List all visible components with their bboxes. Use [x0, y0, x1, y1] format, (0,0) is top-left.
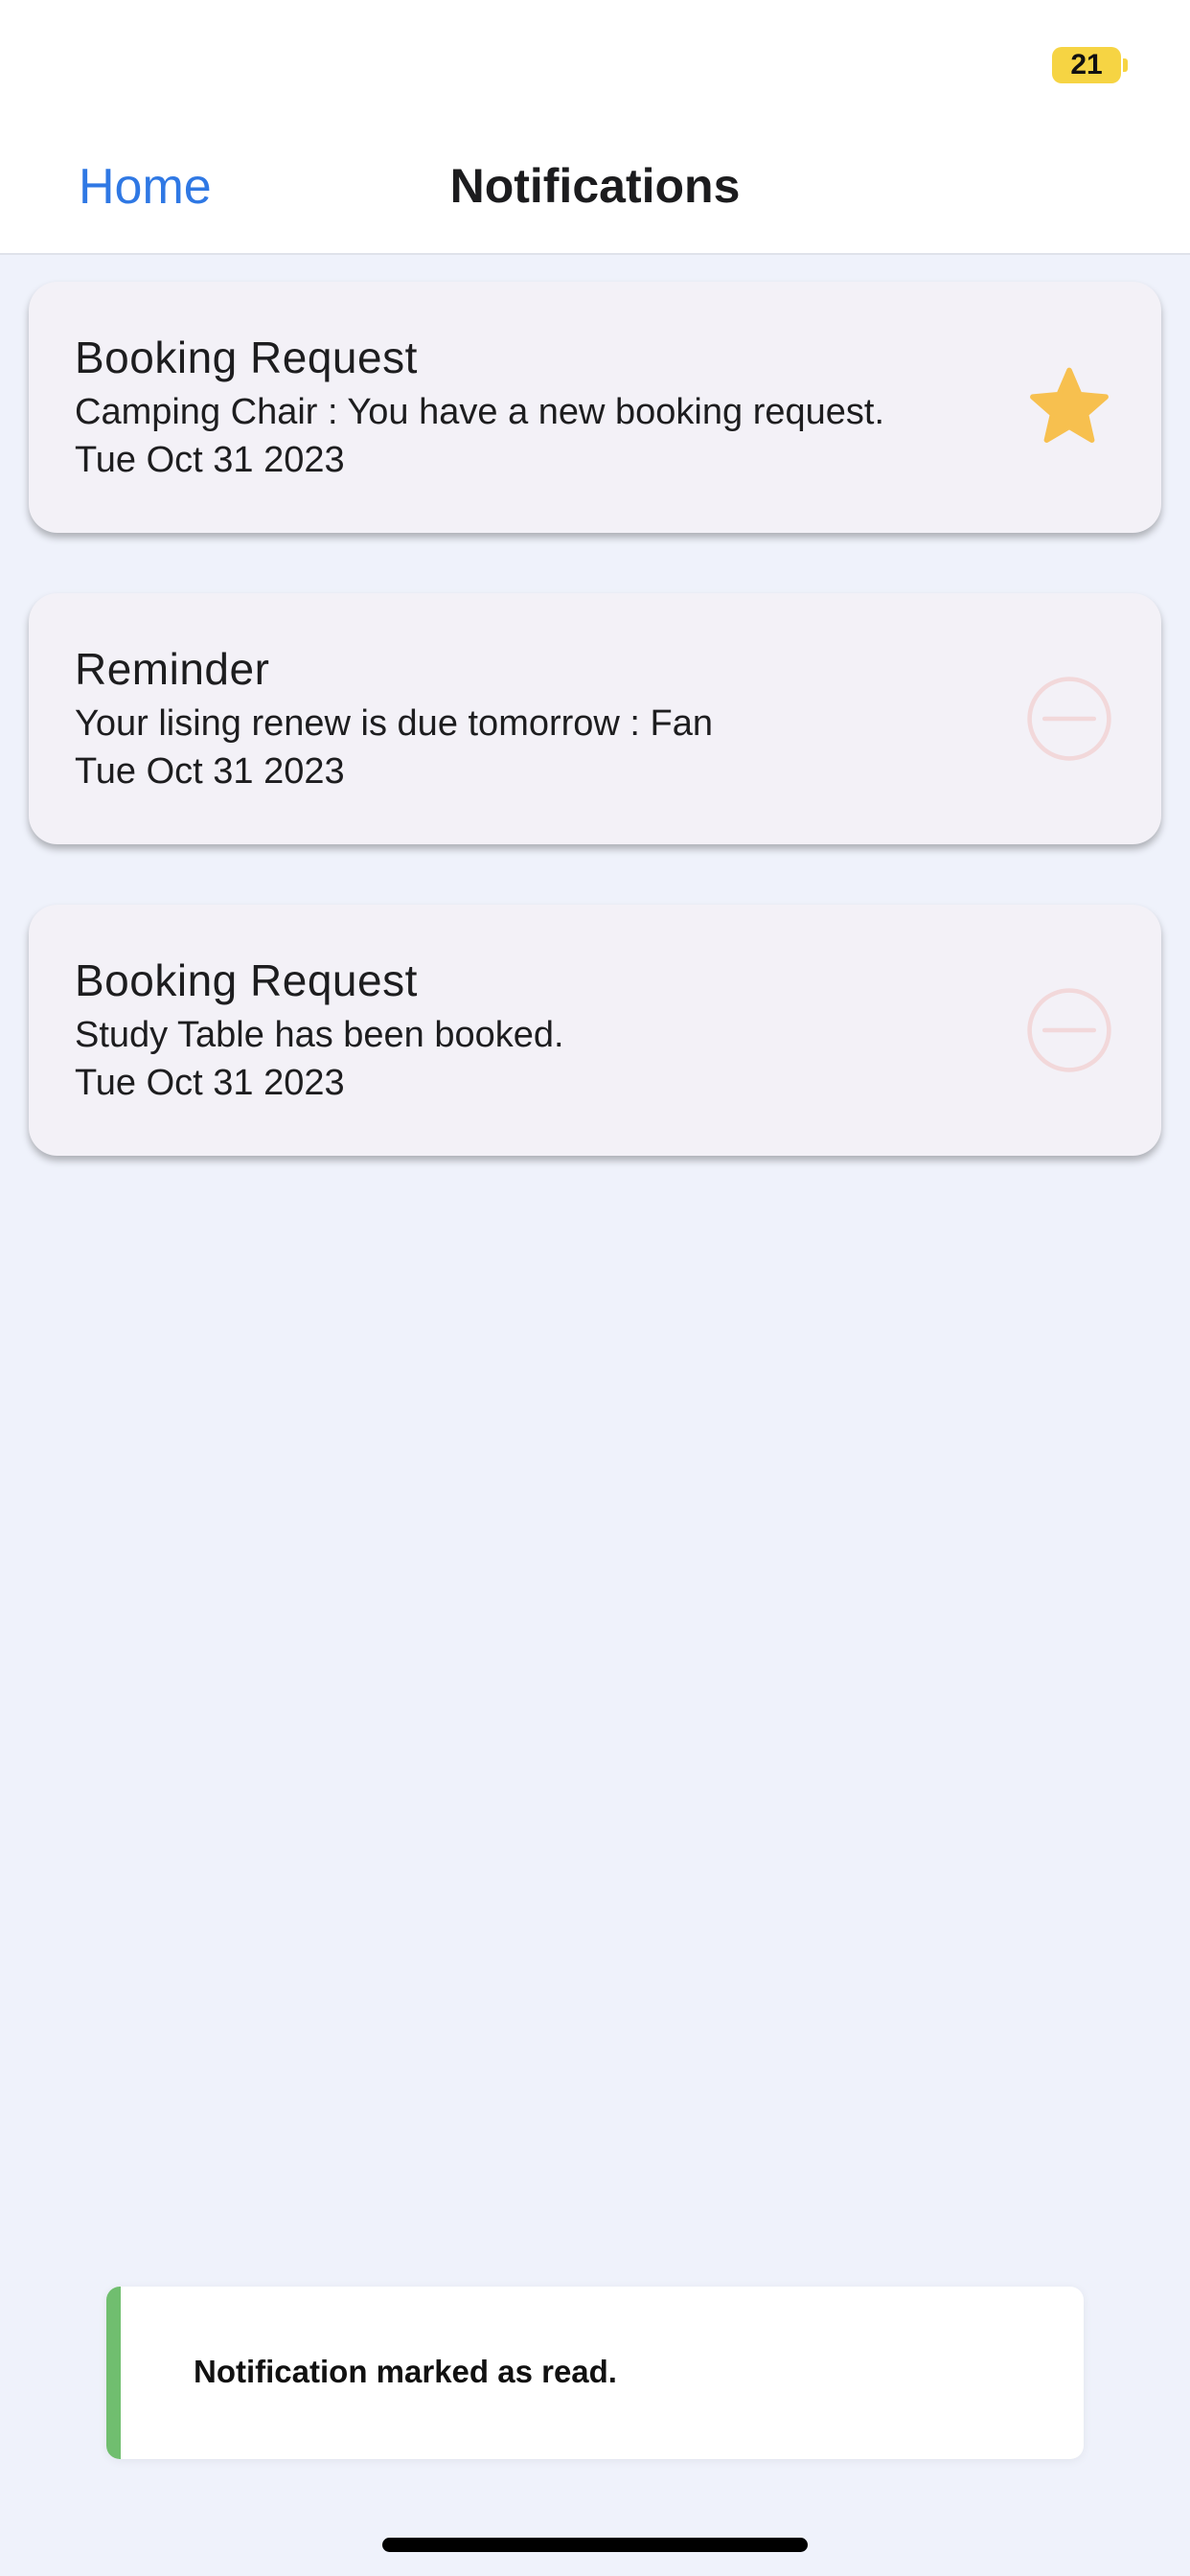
notification-message: Study Table has been booked.	[75, 1015, 564, 1055]
notification-date: Tue Oct 31 2023	[75, 1063, 345, 1103]
minus-circle-icon[interactable]	[1025, 986, 1113, 1074]
notification-message: Camping Chair : You have a new booking r…	[75, 392, 884, 432]
notification-card[interactable]: Reminder Your lising renew is due tomorr…	[29, 593, 1161, 844]
notification-title: Reminder	[75, 644, 270, 694]
toast-notification: Notification marked as read.	[106, 2287, 1084, 2459]
notification-card[interactable]: Booking Request Study Table has been boo…	[29, 905, 1161, 1156]
home-indicator[interactable]	[382, 2538, 808, 2552]
navigation-bar: Home Notifications	[0, 129, 1190, 255]
toast-message: Notification marked as read.	[194, 2354, 617, 2389]
battery-indicator: 21	[1052, 47, 1121, 83]
notification-title: Booking Request	[75, 955, 418, 1005]
star-icon[interactable]	[1025, 363, 1113, 451]
notification-message: Your lising renew is due tomorrow : Fan	[75, 703, 714, 744]
notification-date: Tue Oct 31 2023	[75, 440, 345, 480]
page-title: Notifications	[449, 159, 741, 213]
notification-title: Booking Request	[75, 333, 418, 382]
status-bar: 21	[0, 0, 1190, 129]
notification-card[interactable]: Booking Request Camping Chair : You have…	[29, 282, 1161, 533]
battery-cap	[1123, 58, 1128, 72]
toast-accent-bar	[106, 2287, 121, 2459]
minus-circle-icon[interactable]	[1025, 675, 1113, 763]
notification-date: Tue Oct 31 2023	[75, 751, 345, 792]
